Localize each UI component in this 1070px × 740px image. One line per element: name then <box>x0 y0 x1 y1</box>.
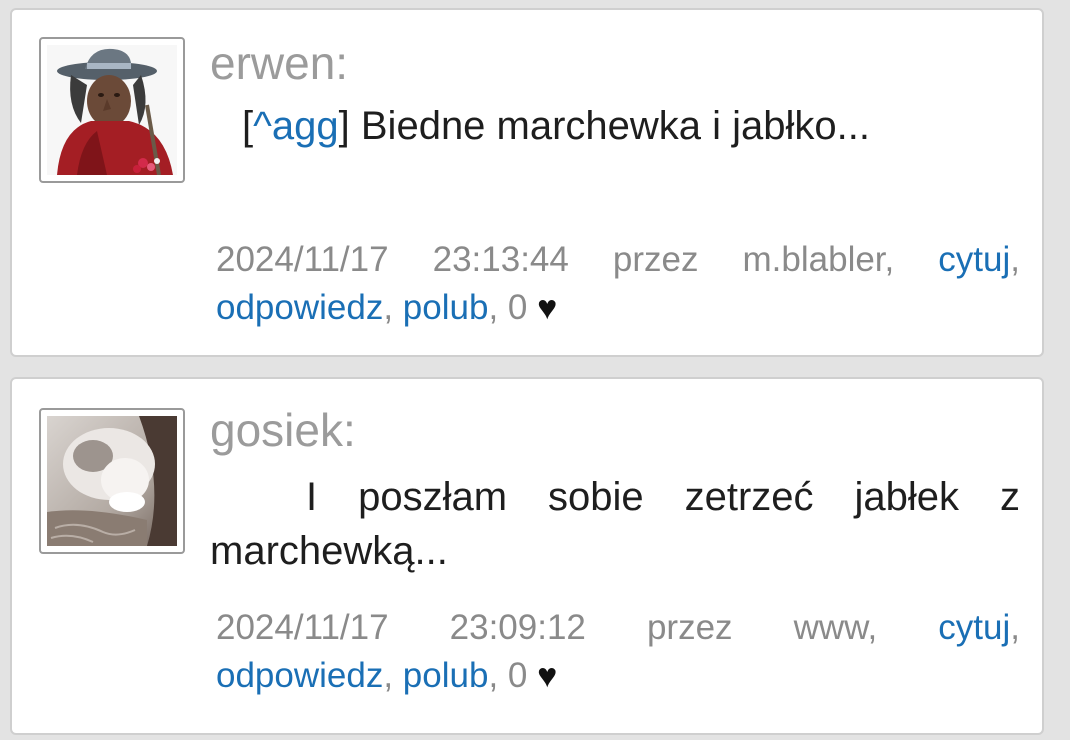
like-link[interactable]: polub <box>403 656 489 695</box>
comment-author[interactable]: gosiek: <box>210 403 356 457</box>
by-label: przez <box>646 608 733 647</box>
by-label: przez <box>612 240 699 279</box>
comment-body: Biedne marchewka i jabłko... <box>349 104 871 148</box>
comment-text: [^agg] Biedne marchewka i jabłko... <box>210 99 1020 153</box>
avatar[interactable] <box>39 37 185 183</box>
comment-author[interactable]: erwen: <box>210 36 348 90</box>
like-count: 0 <box>507 288 528 327</box>
heart-icon: ♥ <box>537 289 558 327</box>
reply-link[interactable]: odpowiedz <box>216 288 383 327</box>
comment-feed: erwen: [^agg] Biedne marchewka i jabłko.… <box>0 0 1070 740</box>
comment-date: 2024/11/17 <box>216 240 389 279</box>
witch-figurine-avatar-image <box>47 45 177 175</box>
comment-meta: 2024/11/17 23:13:44 przez m.blabler, cyt… <box>216 236 1020 332</box>
cat-avatar-image <box>47 416 177 546</box>
like-link[interactable]: polub <box>403 288 489 327</box>
comment-text: I poszłam sobie zetrzeć jabłek z marchew… <box>210 475 1020 573</box>
by-user: m.blabler, <box>742 240 895 279</box>
reply-tag-close: ] <box>338 104 350 148</box>
reply-tag-open: [ <box>242 104 254 148</box>
comment-meta: 2024/11/17 23:09:12 przez www, cytuj, od… <box>216 604 1020 700</box>
reply-link[interactable]: odpowiedz <box>216 656 383 695</box>
comment-date: 2024/11/17 <box>216 608 389 647</box>
by-user: www, <box>793 608 878 647</box>
comment-time: 23:09:12 <box>449 608 586 647</box>
reply-tag-link[interactable]: ^agg <box>253 104 339 148</box>
quote-link[interactable]: cytuj <box>938 608 1010 647</box>
comment-card: erwen: [^agg] Biedne marchewka i jabłko.… <box>10 8 1044 357</box>
avatar[interactable] <box>39 408 185 554</box>
comment-card: gosiek: I poszłam sobie zetrzeć jabłek z… <box>10 377 1044 735</box>
comment-time: 23:13:44 <box>432 240 569 279</box>
like-count: 0 <box>507 656 528 695</box>
quote-link[interactable]: cytuj <box>938 240 1010 279</box>
heart-icon: ♥ <box>537 657 558 695</box>
